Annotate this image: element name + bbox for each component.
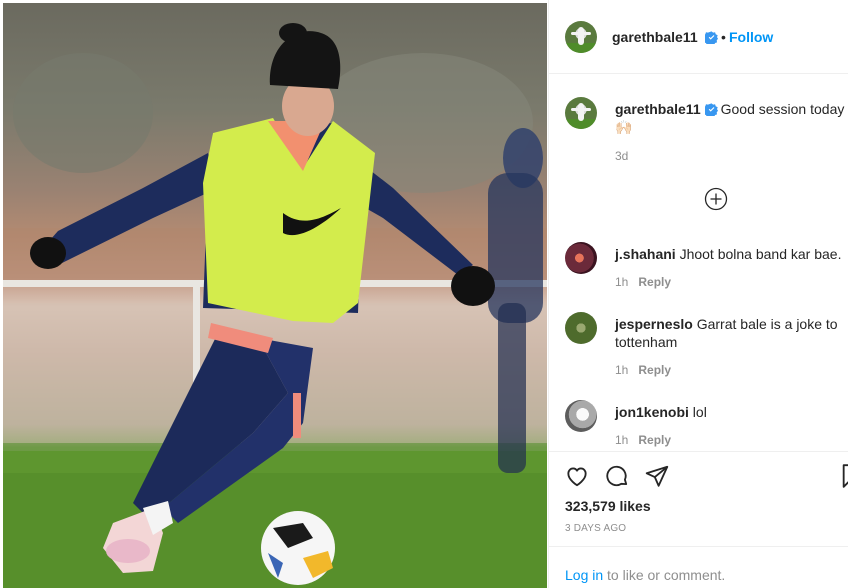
- comment-item: jesperneslo Garrat bale is a joke to tot…: [549, 312, 848, 392]
- caption-timestamp[interactable]: 3d: [615, 149, 628, 163]
- post-actions: 323,579 likes 3 DAYS AGO: [549, 451, 848, 546]
- commenter-username[interactable]: j.shahani: [615, 246, 676, 262]
- caption-avatar[interactable]: [565, 97, 597, 129]
- post-side-panel: garethbale11 • Follow garethbale11 Good s…: [548, 0, 848, 588]
- caption-username[interactable]: garethbale11: [615, 101, 701, 117]
- heart-icon[interactable]: [564, 463, 590, 489]
- post-header: garethbale11 • Follow: [549, 0, 848, 74]
- comment-meta: 1h Reply: [615, 275, 671, 289]
- commenter-avatar[interactable]: [565, 400, 597, 432]
- commenter-avatar[interactable]: [565, 312, 597, 344]
- comment-time[interactable]: 1h: [615, 433, 628, 447]
- bookmark-icon[interactable]: [841, 463, 848, 489]
- follow-button[interactable]: Follow: [729, 29, 773, 45]
- commenter-username[interactable]: jesperneslo: [615, 316, 693, 332]
- login-prompt: Log in to like or comment.: [549, 546, 848, 588]
- comment-meta: 1h Reply: [615, 363, 671, 377]
- comment-time[interactable]: 1h: [615, 363, 628, 377]
- comment-body: Jhoot bolna band kar bae.: [679, 246, 842, 262]
- author-avatar[interactable]: [565, 21, 597, 53]
- reply-button[interactable]: Reply: [638, 275, 671, 289]
- login-link[interactable]: Log in: [565, 567, 603, 583]
- commenter-username[interactable]: jon1kenobi: [615, 404, 689, 420]
- comment-text: jon1kenobi lol: [615, 403, 845, 421]
- login-prompt-text: Log in to like or comment.: [565, 567, 725, 583]
- header-separator: •: [721, 29, 726, 45]
- comment-icon[interactable]: [604, 463, 630, 489]
- verified-badge-icon: [704, 103, 718, 116]
- comment-body: lol: [692, 404, 707, 420]
- photo-illustration: [3, 23, 547, 588]
- caption-text: garethbale11 Good session today 🙌🏻: [615, 100, 847, 136]
- comment-item: j.shahani Jhoot bolna band kar bae. 1h Re…: [549, 242, 848, 322]
- caption-emoji: 🙌🏻: [615, 119, 633, 135]
- comment-text: jesperneslo Garrat bale is a joke to tot…: [615, 315, 845, 351]
- comment-meta: 1h Reply: [615, 433, 671, 447]
- like-count[interactable]: 323,579 likes: [565, 498, 651, 514]
- post-date[interactable]: 3 DAYS AGO: [565, 523, 626, 534]
- commenter-avatar[interactable]: [565, 242, 597, 274]
- comment-time[interactable]: 1h: [615, 275, 628, 289]
- share-icon[interactable]: [644, 463, 670, 489]
- verified-badge-icon: [705, 31, 718, 44]
- caption-body: Good session today: [720, 101, 845, 117]
- load-more-comments-icon[interactable]: [704, 187, 728, 211]
- reply-button[interactable]: Reply: [638, 363, 671, 377]
- comments-section[interactable]: garethbale11 Good session today 🙌🏻 3d j.s…: [549, 75, 848, 451]
- login-prompt-rest: to like or comment.: [603, 567, 726, 583]
- author-username[interactable]: garethbale11: [612, 29, 698, 45]
- comment-text: j.shahani Jhoot bolna band kar bae.: [615, 245, 845, 263]
- reply-button[interactable]: Reply: [638, 433, 671, 447]
- post-photo: [3, 3, 547, 588]
